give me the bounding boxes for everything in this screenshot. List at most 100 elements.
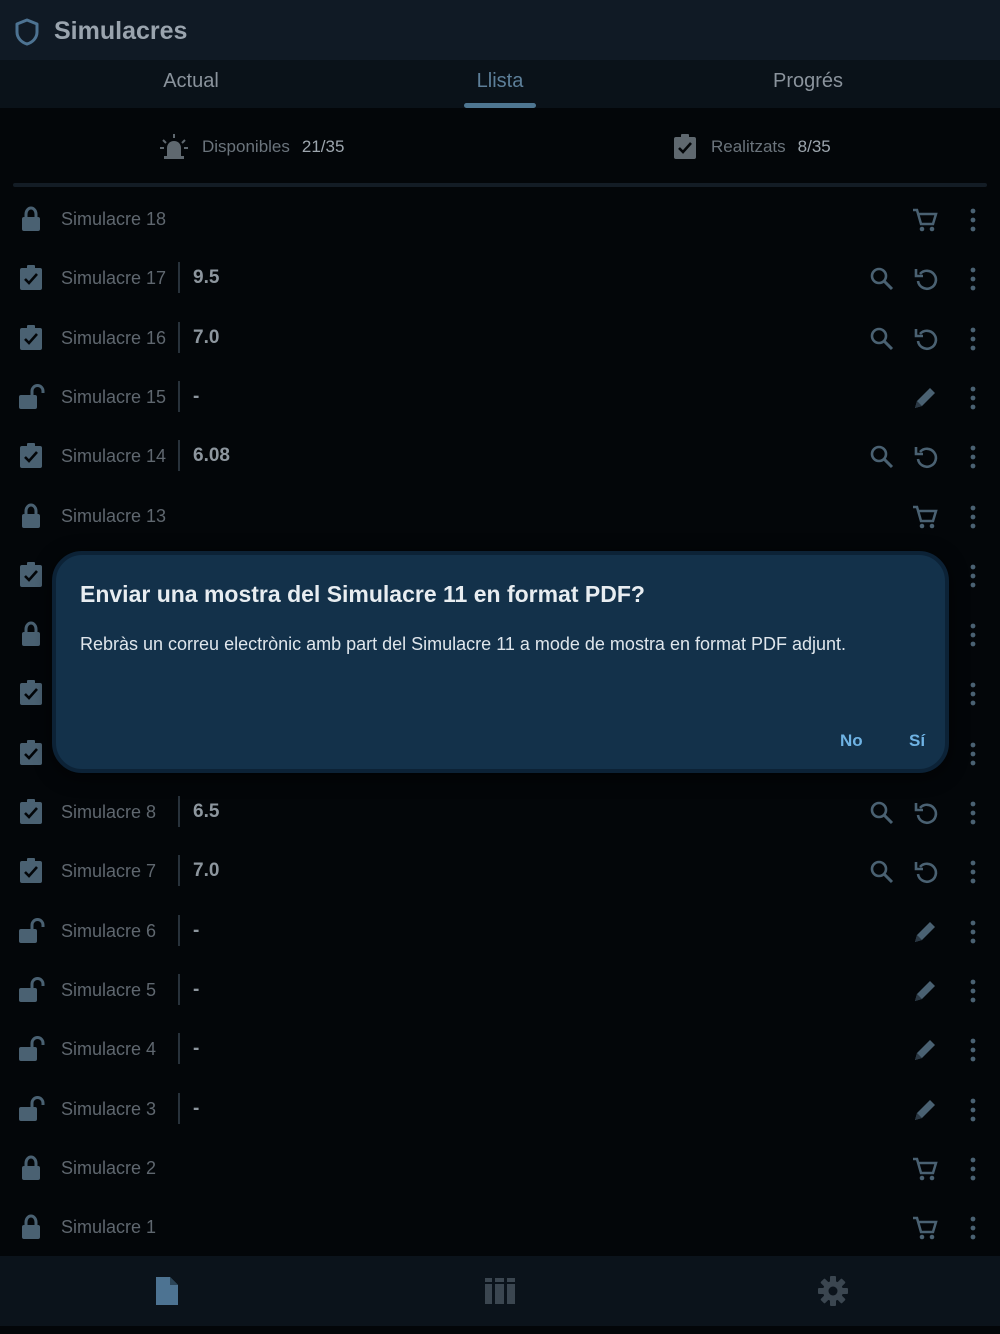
clipboard-check-icon [674, 134, 696, 159]
dialog-title: Enviar una mostra del Simulacre 11 en fo… [80, 581, 645, 607]
search-icon[interactable] [868, 325, 896, 353]
item-score: 6.08 [193, 445, 230, 467]
tab-bar: Actual Llista Progrés [0, 60, 1000, 108]
tab-actual[interactable]: Actual [91, 70, 291, 93]
more-vert-icon[interactable] [962, 206, 984, 234]
item-score: - [193, 1097, 200, 1119]
dialog-yes-button[interactable]: Sí [909, 731, 925, 751]
library-icon[interactable] [483, 1274, 517, 1308]
cart-icon[interactable] [911, 206, 939, 234]
search-icon[interactable] [868, 443, 896, 471]
list-item[interactable]: Simulacre 3 - [0, 1080, 1000, 1139]
search-icon[interactable] [868, 265, 896, 293]
score-separator [178, 914, 180, 946]
lock-open-icon [18, 976, 48, 1003]
item-score: 9.5 [193, 267, 220, 289]
edit-icon[interactable] [911, 1096, 939, 1124]
clipboard-check-icon [18, 324, 44, 351]
list-item[interactable]: Simulacre 5 - [0, 961, 1000, 1020]
list-item[interactable]: Simulacre 18 [0, 190, 1000, 249]
pdf-sample-dialog: Enviar una mostra del Simulacre 11 en fo… [52, 551, 949, 773]
settings-icon[interactable] [816, 1274, 850, 1308]
more-vert-icon[interactable] [962, 680, 984, 708]
score-separator [178, 1033, 180, 1065]
shield-icon [15, 18, 39, 46]
more-vert-icon[interactable] [962, 265, 984, 293]
lock-open-icon [18, 383, 48, 410]
stat-done-label: Realitzats [711, 137, 786, 156]
edit-icon[interactable] [911, 918, 939, 946]
list-item[interactable]: Simulacre 16 7.0 [0, 309, 1000, 368]
retry-icon[interactable] [913, 325, 941, 353]
more-vert-icon[interactable] [962, 799, 984, 827]
retry-icon[interactable] [913, 265, 941, 293]
tab-llista[interactable]: Llista [400, 70, 600, 93]
lock-open-icon [18, 1036, 48, 1062]
stat-done-value: 8/35 [797, 137, 831, 156]
tab-progres[interactable]: Progrés [708, 70, 908, 93]
more-vert-icon[interactable] [962, 1096, 984, 1124]
more-vert-icon[interactable] [962, 1214, 984, 1242]
item-name: Simulacre 1 [61, 1217, 157, 1238]
list-item[interactable]: Simulacre 7 7.0 [0, 842, 1000, 901]
more-vert-icon[interactable] [962, 977, 984, 1005]
clipboard-check-icon [18, 858, 44, 884]
stat-done: Realitzats 8/35 [673, 134, 831, 160]
divider [13, 183, 987, 187]
retry-icon[interactable] [913, 799, 941, 827]
item-name: Simulacre 7 [61, 861, 157, 882]
lock-icon [18, 206, 44, 232]
list-item[interactable]: Simulacre 13 [0, 487, 1000, 546]
more-vert-icon[interactable] [962, 918, 984, 946]
list-item[interactable]: Simulacre 6 - [0, 902, 1000, 961]
list-item[interactable]: Simulacre 4 - [0, 1020, 1000, 1079]
dialog-no-button[interactable]: No [840, 731, 863, 751]
list-item[interactable]: Simulacre 2 [0, 1139, 1000, 1198]
more-vert-icon[interactable] [962, 562, 984, 590]
more-vert-icon[interactable] [962, 503, 984, 531]
item-name: Simulacre 18 [61, 209, 167, 229]
more-vert-icon[interactable] [962, 443, 984, 471]
score-separator [178, 380, 180, 412]
document-icon[interactable] [150, 1274, 184, 1308]
more-vert-icon[interactable] [962, 858, 984, 886]
cart-icon[interactable] [911, 503, 939, 531]
item-score: 6.5 [193, 801, 220, 822]
app-bar: Simulacres [0, 0, 1000, 60]
search-icon[interactable] [868, 858, 896, 886]
more-vert-icon[interactable] [962, 621, 984, 649]
more-vert-icon[interactable] [962, 1036, 984, 1064]
cart-icon[interactable] [911, 1155, 939, 1183]
item-name: Simulacre 16 [61, 327, 167, 348]
clipboard-check-icon [18, 739, 44, 766]
lock-icon [18, 502, 44, 529]
retry-icon[interactable] [913, 443, 941, 471]
clipboard-check-icon [18, 561, 44, 588]
list-item[interactable]: Simulacre 17 9.5 [0, 249, 1000, 308]
list-item[interactable]: Simulacre 8 6.5 [0, 783, 1000, 842]
cart-icon[interactable] [911, 1214, 939, 1242]
more-vert-icon[interactable] [962, 740, 984, 768]
edit-icon[interactable] [911, 977, 939, 1005]
item-score: - [193, 978, 200, 1000]
edit-icon[interactable] [911, 1036, 939, 1064]
search-icon[interactable] [868, 799, 896, 827]
item-name: Simulacre 15 [61, 386, 167, 407]
more-vert-icon[interactable] [962, 325, 984, 353]
stats-bar: Disponibles 21/35 Realitzats 8/35 [0, 108, 1000, 184]
clipboard-check-icon [18, 265, 44, 291]
list-item[interactable]: Simulacre 15 - [0, 368, 1000, 427]
retry-icon[interactable] [913, 858, 941, 886]
edit-icon[interactable] [911, 384, 939, 412]
more-vert-icon[interactable] [962, 1155, 984, 1183]
clipboard-check-icon [18, 799, 44, 825]
item-score: 7.0 [193, 860, 220, 882]
score-separator [178, 796, 180, 827]
item-name: Simulacre 4 [61, 1039, 157, 1060]
list-item[interactable]: Simulacre 1 [0, 1198, 1000, 1257]
list-item[interactable]: Simulacre 14 6.08 [0, 427, 1000, 486]
item-name: Simulacre 2 [61, 1157, 157, 1178]
more-vert-icon[interactable] [962, 384, 984, 412]
lock-icon [18, 1155, 44, 1181]
score-separator [178, 321, 180, 353]
